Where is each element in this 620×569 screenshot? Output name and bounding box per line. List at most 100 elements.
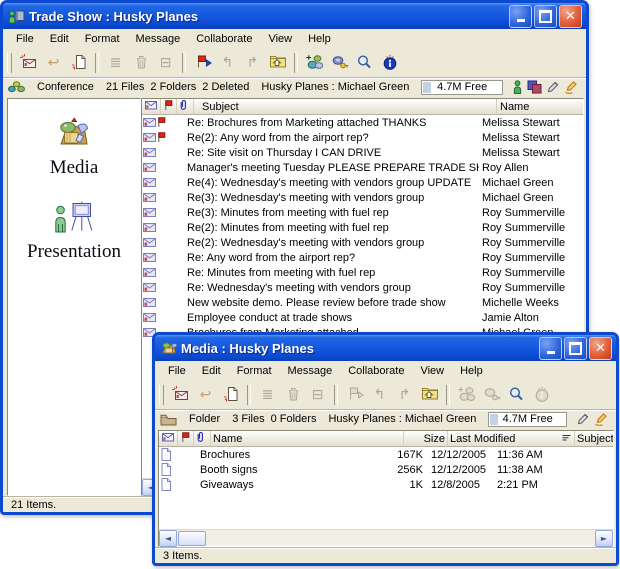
minimize-button[interactable] xyxy=(509,5,532,28)
column-header-envelope[interactable] xyxy=(142,99,161,115)
flag-button[interactable] xyxy=(190,52,215,75)
sidebar-item-media[interactable]: Media xyxy=(50,117,99,179)
column-header-subject[interactable]: Subject xyxy=(194,99,497,115)
column-header-name[interactable]: Name xyxy=(211,431,404,447)
menu-format[interactable]: Format xyxy=(229,362,280,380)
message-row[interactable]: Re: Site visit on Thursday I CAN DRIVEMe… xyxy=(142,145,583,160)
minimize-button[interactable] xyxy=(539,337,562,360)
reply-button: ↩ xyxy=(193,384,218,407)
message-row[interactable]: Manager's meeting Tuesday PLEASE PREPARE… xyxy=(142,160,583,175)
message-row[interactable]: Re(3): Wednesday's meeting with vendors … xyxy=(142,190,583,205)
menu-message[interactable]: Message xyxy=(280,362,341,380)
close-icon: ✕ xyxy=(565,10,576,23)
location-path: Husky Planes : Michael Green xyxy=(261,81,409,93)
menu-help[interactable]: Help xyxy=(300,30,339,48)
message-sender: Roy Summerville xyxy=(479,252,583,264)
menu-format[interactable]: Format xyxy=(77,30,128,48)
file-row[interactable]: Brochures167K12/12/200511:36 AM xyxy=(159,447,613,462)
message-row[interactable]: Re(2): Minutes from meeting with fuel re… xyxy=(142,220,583,235)
message-row[interactable]: Employee conduct at trade showsJamie Alt… xyxy=(142,310,583,325)
column-header-envelope[interactable] xyxy=(159,431,178,447)
menu-edit[interactable]: Edit xyxy=(42,30,77,48)
presentation-icon xyxy=(53,201,95,237)
scroll-right-button[interactable]: ► xyxy=(595,530,613,547)
new-document-button[interactable] xyxy=(218,384,243,407)
message-row[interactable]: Re(4): Wednesday's meeting with vendors … xyxy=(142,175,583,190)
message-envelope-icon xyxy=(142,118,156,127)
toolbar: ↩≣⊟↰↱ xyxy=(3,49,586,77)
column-header-subject[interactable]: Subject xyxy=(575,431,613,447)
menu-file[interactable]: File xyxy=(8,30,42,48)
infobar-right-icons xyxy=(513,80,581,94)
menu-view[interactable]: View xyxy=(260,30,300,48)
add-member-button[interactable] xyxy=(302,52,327,75)
reply-all-icon: ↰ xyxy=(222,56,234,70)
infobar: Conference 21 Files 2 Folders 2 Deleted … xyxy=(3,77,586,96)
menu-message[interactable]: Message xyxy=(128,30,189,48)
scroll-thumb[interactable] xyxy=(178,531,206,546)
column-header-size[interactable]: Size xyxy=(404,431,448,447)
column-header-flag[interactable] xyxy=(161,99,177,115)
sidebar-item-presentation[interactable]: Presentation xyxy=(27,201,121,263)
menu-collaborate[interactable]: Collaborate xyxy=(340,362,412,380)
message-subject: Re: Brochures from Marketing attached TH… xyxy=(179,117,479,129)
maximize-button[interactable] xyxy=(534,5,557,28)
flag-icon xyxy=(156,132,167,143)
menu-help[interactable]: Help xyxy=(452,362,491,380)
search-button[interactable] xyxy=(352,52,377,75)
search-button[interactable] xyxy=(504,384,529,407)
folders-count: 0 Folders xyxy=(271,413,317,425)
used-space-bar xyxy=(490,414,498,425)
new-message-button[interactable] xyxy=(16,52,41,75)
up-folder-button[interactable] xyxy=(417,384,442,407)
file-row[interactable]: Booth signs256K12/12/200511:38 AM xyxy=(159,462,613,477)
message-row[interactable]: Re(2): Wednesday's meeting with vendors … xyxy=(142,235,583,250)
message-row[interactable]: Re: Any word from the airport rep?Roy Su… xyxy=(142,250,583,265)
info-icon xyxy=(534,386,550,405)
conference-people-icon xyxy=(8,80,25,94)
message-row[interactable]: Re(3): Minutes from meeting with fuel re… xyxy=(142,205,583,220)
forward-button: ↱ xyxy=(240,52,265,75)
message-sender: Melissa Stewart xyxy=(479,117,583,129)
delete-button xyxy=(128,52,153,75)
column-header-flag[interactable] xyxy=(178,431,194,447)
column-header-last-modified[interactable]: Last Modified xyxy=(448,431,575,447)
menu-edit[interactable]: Edit xyxy=(194,362,229,380)
column-header-attachment[interactable] xyxy=(194,431,211,447)
new-document-button[interactable] xyxy=(66,52,91,75)
new-message-button[interactable] xyxy=(168,384,193,407)
menu-collaborate[interactable]: Collaborate xyxy=(188,30,260,48)
message-subject: Re(3): Minutes from meeting with fuel re… xyxy=(179,207,479,219)
message-row[interactable]: Re: Minutes from meeting with fuel repRo… xyxy=(142,265,583,280)
message-sender: Roy Summerville xyxy=(479,222,583,234)
message-row[interactable]: Re: Wednesday's meeting with vendors gro… xyxy=(142,280,583,295)
permissions-button[interactable] xyxy=(327,52,352,75)
info-button[interactable] xyxy=(377,52,402,75)
close-button[interactable]: ✕ xyxy=(589,337,612,360)
message-row[interactable]: Re: Brochures from Marketing attached TH… xyxy=(142,115,583,130)
menu-file[interactable]: File xyxy=(160,362,194,380)
file-modified-time: 2:21 PM xyxy=(497,479,549,491)
column-header-name[interactable]: Name xyxy=(497,99,583,115)
media-folder-icon xyxy=(56,117,92,153)
up-folder-button[interactable] xyxy=(265,52,290,75)
titlebar[interactable]: Trade Show : Husky Planes ✕ xyxy=(3,3,586,29)
split-button: ⊟ xyxy=(305,384,330,407)
flag-button xyxy=(342,384,367,407)
media-window-icon[interactable] xyxy=(160,340,178,356)
file-row[interactable]: Giveaways1K12/8/20052:21 PM xyxy=(159,477,613,492)
message-sender: Roy Allen xyxy=(479,162,583,174)
file-modified-time: 11:36 AM xyxy=(497,449,549,461)
conference-window-icon[interactable] xyxy=(8,8,26,24)
message-subject: Re: Minutes from meeting with fuel rep xyxy=(179,267,479,279)
message-row[interactable]: Re(2): Any word from the airport rep?Mel… xyxy=(142,130,583,145)
titlebar[interactable]: Media : Husky Planes ✕ xyxy=(155,335,616,361)
maximize-button[interactable] xyxy=(564,337,587,360)
menubar: FileEditFormatMessageCollaborateViewHelp xyxy=(3,29,586,49)
close-button[interactable]: ✕ xyxy=(559,5,582,28)
file-modified-date: 12/12/2005 xyxy=(427,464,497,476)
column-header-attachment[interactable] xyxy=(177,99,194,115)
message-row[interactable]: New website demo. Please review before t… xyxy=(142,295,583,310)
menu-view[interactable]: View xyxy=(412,362,452,380)
scroll-left-button[interactable]: ◄ xyxy=(159,530,177,547)
